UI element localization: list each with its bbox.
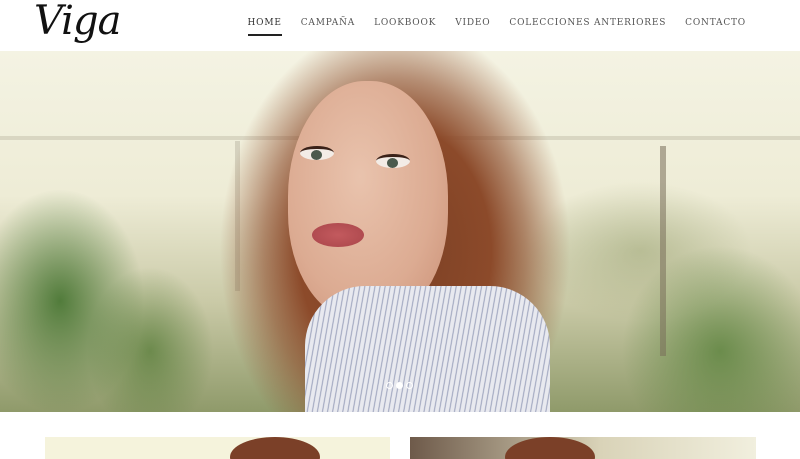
nav-item-lookbook[interactable]: LOOKBOOK [374,18,436,36]
model-face [288,81,448,321]
nav-item-campana[interactable]: CAMPAÑA [301,18,355,36]
model-striped-shirt [305,286,550,412]
slider-dot-2[interactable] [396,382,403,389]
nav-item-home[interactable]: HOME [247,18,282,36]
model-eye-right [376,154,410,168]
site-header: Viga HOME CAMPAÑA LOOKBOOK VIDEO COLECCI… [0,0,800,51]
nav-item-colecciones-anteriores[interactable]: COLECCIONES ANTERIORES [509,18,666,36]
preview-thumbnail-2[interactable] [410,437,756,459]
nav-item-video[interactable]: VIDEO [455,18,490,36]
nav-item-contacto[interactable]: CONTACTO [685,18,746,36]
slider-pagination [386,382,413,389]
slider-dot-1[interactable] [386,382,393,389]
hero-slider[interactable] [0,51,800,412]
main-nav: HOME CAMPAÑA LOOKBOOK VIDEO COLECCIONES … [229,18,746,36]
model-eye-left [300,146,334,160]
model-lips [312,223,364,247]
brand-logo[interactable]: Viga [34,0,121,44]
preview-thumbnail-1[interactable] [45,437,390,459]
thumbnail-model-hair [230,437,320,459]
slider-dot-3[interactable] [406,382,413,389]
thumbnail-model-hair [505,437,595,459]
background-post [660,146,666,356]
